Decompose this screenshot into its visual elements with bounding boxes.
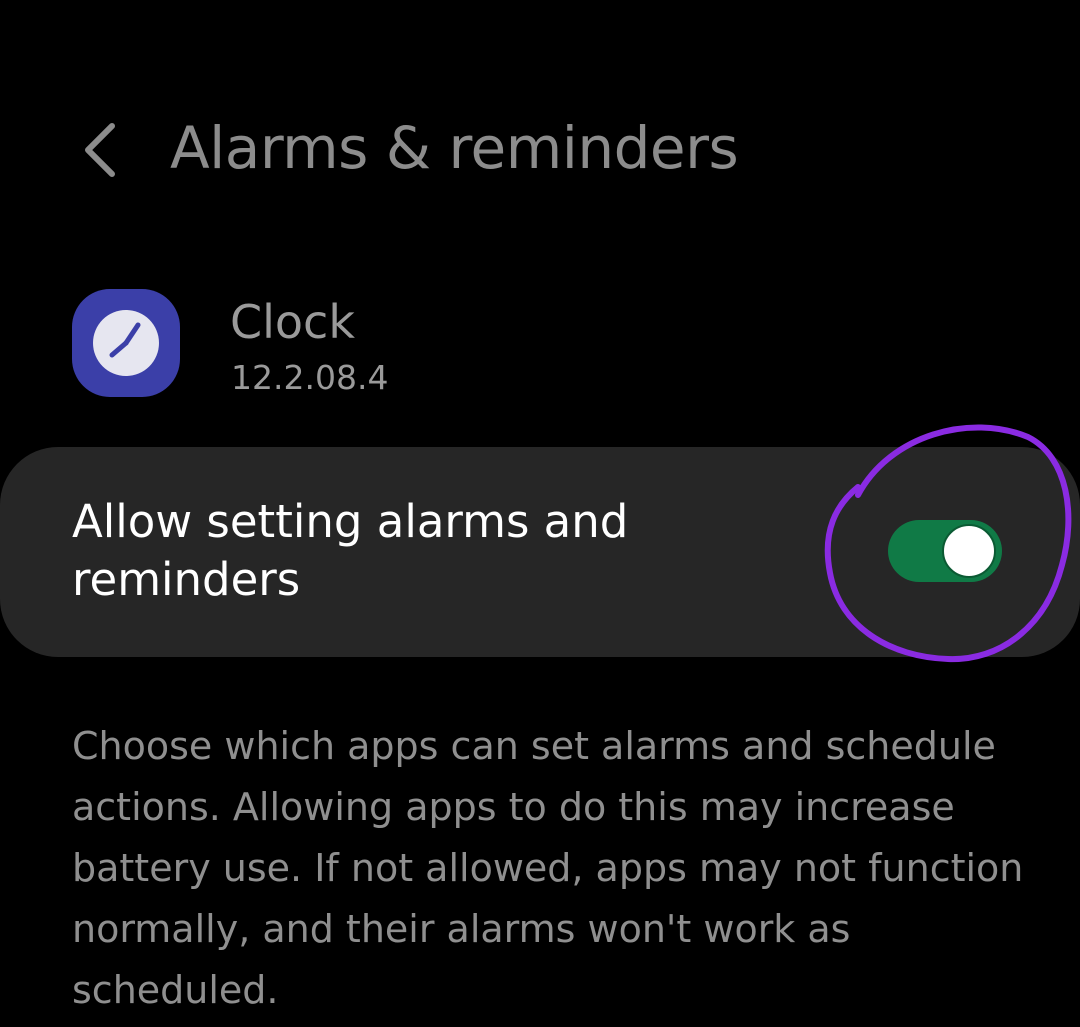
allow-alarms-toggle[interactable]	[888, 520, 1002, 582]
app-info: Clock 12.2.08.4	[0, 286, 1080, 416]
app-version: 12.2.08.4	[231, 358, 389, 397]
chevron-left-icon	[85, 123, 115, 177]
app-bar: Alarms & reminders	[0, 100, 1080, 196]
clock-icon	[93, 310, 159, 376]
settings-screen: Alarms & reminders Clock 12.2.08.4 Allow…	[0, 0, 1080, 1027]
back-button[interactable]	[60, 110, 140, 190]
app-name: Clock	[230, 295, 355, 349]
page-title: Alarms & reminders	[170, 114, 739, 182]
allow-alarms-setting-row[interactable]: Allow setting alarms and reminders	[0, 447, 1080, 657]
toggle-knob	[942, 524, 996, 578]
description-text: Choose which apps can set alarms and sch…	[72, 724, 1024, 1012]
setting-label: Allow setting alarms and reminders	[72, 495, 629, 606]
clock-app-icon	[72, 289, 180, 397]
